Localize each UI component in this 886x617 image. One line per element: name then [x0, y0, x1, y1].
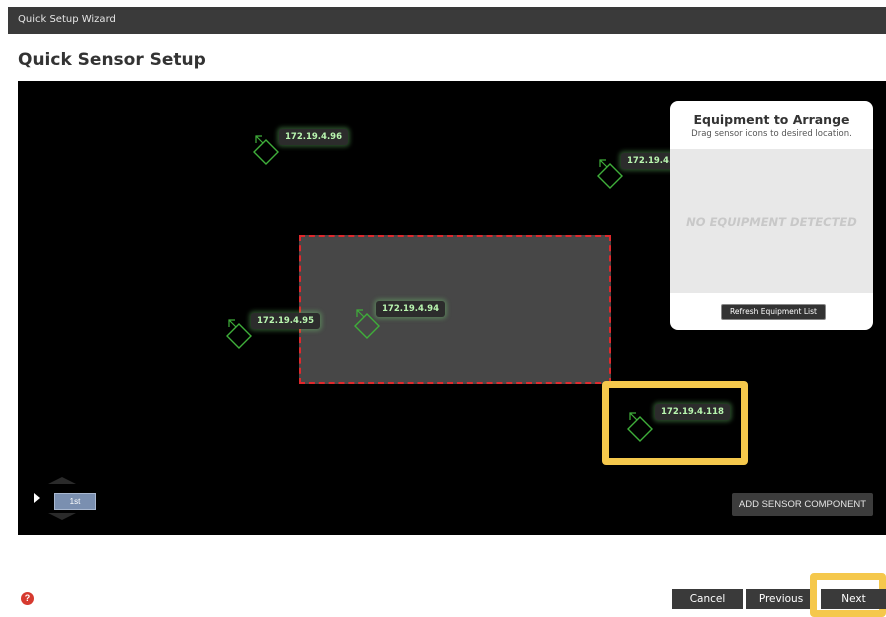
- sensor-ip-label: 172.19.4.95: [251, 313, 321, 329]
- floor-up-icon: [48, 477, 76, 484]
- empty-state-message: NO EQUIPMENT DETECTED: [686, 215, 857, 229]
- floor-plan-canvas[interactable]: 172.19.4.96 172.19.4.1 172.19.4.95 172.1…: [18, 81, 886, 535]
- cancel-button[interactable]: Cancel: [672, 589, 743, 609]
- sensor-icon[interactable]: 172.19.4.95: [224, 310, 354, 350]
- sensor-icon[interactable]: 172.19.4.96: [251, 126, 381, 166]
- sensor-icon[interactable]: 172.19.4.94: [352, 300, 482, 340]
- previous-button[interactable]: Previous: [746, 589, 816, 609]
- next-button[interactable]: Next: [821, 589, 886, 609]
- refresh-equipment-button[interactable]: Refresh Equipment List: [721, 304, 826, 320]
- sensor-ip-label: 172.19.4.94: [376, 301, 446, 317]
- sensor-icon[interactable]: 172.19.4.118: [625, 403, 755, 443]
- floor-navigator: 1st: [32, 476, 96, 521]
- equipment-panel: Equipment to Arrange Drag sensor icons t…: [670, 101, 873, 330]
- equipment-panel-title: Equipment to Arrange: [693, 112, 850, 127]
- page-title: Quick Sensor Setup: [18, 50, 206, 70]
- window-title: Quick Setup Wizard: [18, 14, 116, 25]
- sensor-ip-label: 172.19.4.96: [279, 129, 349, 145]
- equipment-list: NO EQUIPMENT DETECTED: [670, 149, 873, 293]
- equipment-panel-subtitle: Drag sensor icons to desired location.: [691, 129, 852, 139]
- floor-down-icon: [48, 513, 76, 520]
- help-icon[interactable]: ?: [21, 592, 34, 605]
- current-floor-arrow-icon: [34, 493, 40, 503]
- title-bar: Quick Setup Wizard: [8, 7, 886, 34]
- floor-selector[interactable]: 1st: [54, 493, 96, 510]
- add-sensor-component-button[interactable]: ADD SENSOR COMPONENT: [732, 493, 873, 516]
- sensor-ip-label: 172.19.4.118: [655, 404, 730, 420]
